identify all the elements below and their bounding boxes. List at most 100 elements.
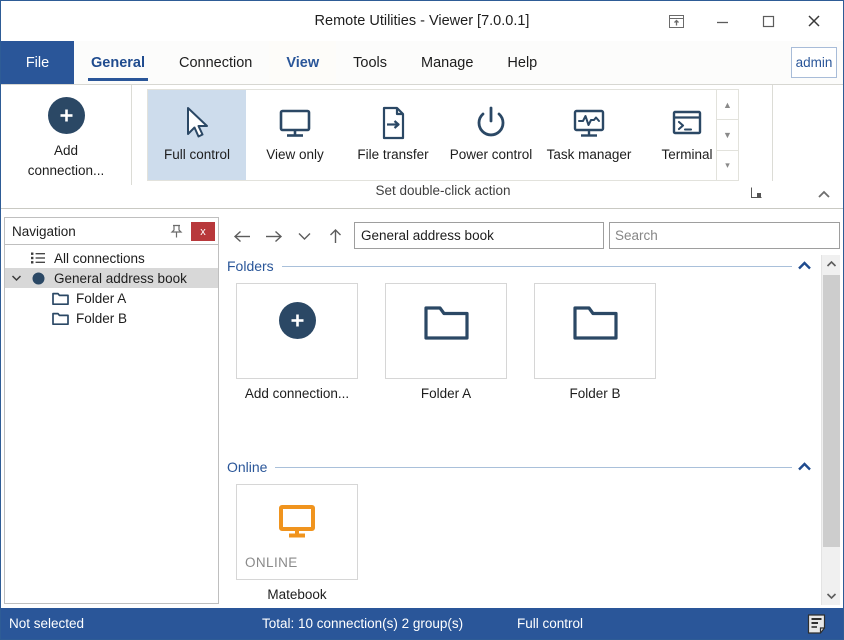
section-title: Online (227, 459, 268, 475)
ribbon-item-label: Power control (449, 147, 533, 162)
status-bar: Not selected Total: 10 connection(s) 2 g… (1, 608, 843, 639)
tile-box (534, 283, 656, 379)
add-connection-line2: connection... (27, 162, 105, 178)
tile-box: ONLINE (236, 484, 358, 580)
scrollbar-thumb[interactable] (823, 275, 840, 547)
gallery-expand-button[interactable]: ▾ (717, 151, 738, 180)
plus-circle-icon (278, 302, 316, 339)
ribbon-item-label: Full control (163, 147, 231, 162)
content-area: Folders Add connection... Folder A Folde… (227, 255, 819, 605)
ribbon-tabs: General Connection View Tools Manage Hel… (74, 41, 554, 84)
ribbon-item-task-manager[interactable]: Task manager (540, 90, 638, 180)
search-placeholder: Search (615, 228, 658, 243)
navigation-close-button[interactable]: x (191, 222, 215, 241)
tile-folder-a[interactable]: Folder A (385, 283, 507, 401)
list-icon (27, 252, 49, 264)
ribbon-group-caption: Set double-click action (375, 183, 511, 198)
file-arrow-icon (376, 101, 410, 145)
tab-help[interactable]: Help (490, 41, 554, 84)
tile-folder-b[interactable]: Folder B (534, 283, 656, 401)
tree-item-all-connections[interactable]: All connections (5, 248, 218, 268)
tree-item-folder-a[interactable]: Folder A (5, 288, 218, 308)
address-value: General address book (361, 228, 494, 243)
tree-item-label: All connections (54, 250, 145, 266)
scroll-down-button[interactable] (822, 587, 841, 605)
minimize-to-tray-button[interactable] (653, 6, 699, 36)
forward-button[interactable] (258, 223, 289, 249)
ribbon-item-full-control[interactable]: Full control (148, 90, 246, 180)
chevron-down-icon[interactable] (5, 274, 27, 282)
tile-box (385, 283, 507, 379)
section-online: Online ONLINE Matebook (227, 456, 819, 602)
tile-add-connection[interactable]: Add connection... (236, 283, 358, 401)
section-folders: Folders Add connection... Folder A Folde… (227, 255, 819, 401)
status-selection: Not selected (9, 616, 85, 631)
tab-connection[interactable]: Connection (162, 41, 269, 84)
dialog-launcher-button[interactable] (751, 187, 762, 201)
tile-box (236, 283, 358, 379)
folder-icon (423, 302, 470, 347)
ribbon-item-label: Terminal (661, 147, 713, 162)
tree-item-label: General address book (54, 270, 187, 286)
monitor-icon (276, 101, 314, 145)
user-account-button[interactable]: admin (791, 47, 837, 78)
gallery-scroll-up-button[interactable]: ▲ (717, 90, 738, 121)
ribbon-gallery-scrollbar[interactable]: ▲ ▼ ▾ (716, 90, 738, 180)
title-bar: Remote Utilities - Viewer [7.0.0.1] (1, 1, 843, 41)
tab-general[interactable]: General (74, 41, 162, 84)
section-rule (281, 265, 792, 267)
search-input[interactable]: Search (609, 222, 840, 249)
double-click-action-group: Full control View only File transfer Pow… (147, 89, 739, 181)
tab-manage[interactable]: Manage (404, 41, 490, 84)
navigation-tree: All connections General address book Fol… (4, 245, 219, 604)
notes-icon[interactable] (805, 613, 827, 634)
ribbon-item-file-transfer[interactable]: File transfer (344, 90, 442, 180)
content-scrollbar[interactable] (821, 255, 840, 605)
folders-tile-row: Add connection... Folder A Folder B (227, 277, 819, 401)
status-total: Total: 10 connection(s) 2 group(s) (262, 616, 464, 631)
address-book-icon (27, 271, 49, 286)
tab-tools[interactable]: Tools (336, 41, 404, 84)
ribbon: Add connection... Full control View only (1, 85, 843, 209)
add-connection-label: Add connection... (16, 141, 116, 180)
ribbon-item-label: View only (266, 147, 324, 162)
menu-bar: File General Connection View Tools Manag… (1, 41, 843, 85)
section-collapse-button[interactable] (792, 460, 816, 475)
ribbon-item-label: File transfer (357, 147, 429, 162)
section-title: Folders (227, 258, 274, 274)
ribbon-item-label: Task manager (546, 147, 632, 162)
pin-icon[interactable] (167, 222, 186, 241)
add-connection-line1: Add (53, 143, 79, 158)
close-button[interactable] (791, 6, 837, 36)
maximize-button[interactable] (745, 6, 791, 36)
scroll-up-button[interactable] (822, 255, 841, 273)
minimize-button[interactable] (699, 6, 745, 36)
tile-matebook[interactable]: ONLINE Matebook (236, 484, 358, 602)
plus-circle-icon (47, 97, 85, 134)
file-menu-button[interactable]: File (1, 41, 74, 84)
section-header: Folders (227, 255, 819, 277)
navigation-pane: Navigation x All connections General add… (4, 217, 219, 605)
add-connection-button[interactable]: Add connection... (1, 85, 132, 185)
tree-item-folder-b[interactable]: Folder B (5, 308, 218, 328)
tab-view[interactable]: View (269, 41, 337, 84)
app-window: Remote Utilities - Viewer [7.0.0.1] File… (0, 0, 844, 640)
tile-caption: Add connection... (244, 386, 350, 401)
tree-item-general-address-book[interactable]: General address book (5, 268, 218, 288)
navigation-title: Navigation (12, 223, 76, 239)
history-dropdown-button[interactable] (289, 223, 320, 249)
folder-icon (49, 291, 71, 306)
up-button[interactable] (320, 223, 351, 249)
tree-item-label: Folder B (76, 310, 128, 326)
ribbon-collapse-button[interactable] (817, 187, 831, 202)
back-button[interactable] (227, 223, 258, 249)
section-collapse-button[interactable] (792, 259, 816, 274)
online-tile-row: ONLINE Matebook (227, 478, 819, 602)
power-icon (472, 101, 510, 145)
section-rule (275, 466, 792, 468)
ribbon-item-power-control[interactable]: Power control (442, 90, 540, 180)
tile-caption: Matebook (267, 587, 327, 602)
ribbon-item-view-only[interactable]: View only (246, 90, 344, 180)
address-input[interactable]: General address book (354, 222, 604, 249)
gallery-scroll-down-button[interactable]: ▼ (717, 120, 738, 151)
